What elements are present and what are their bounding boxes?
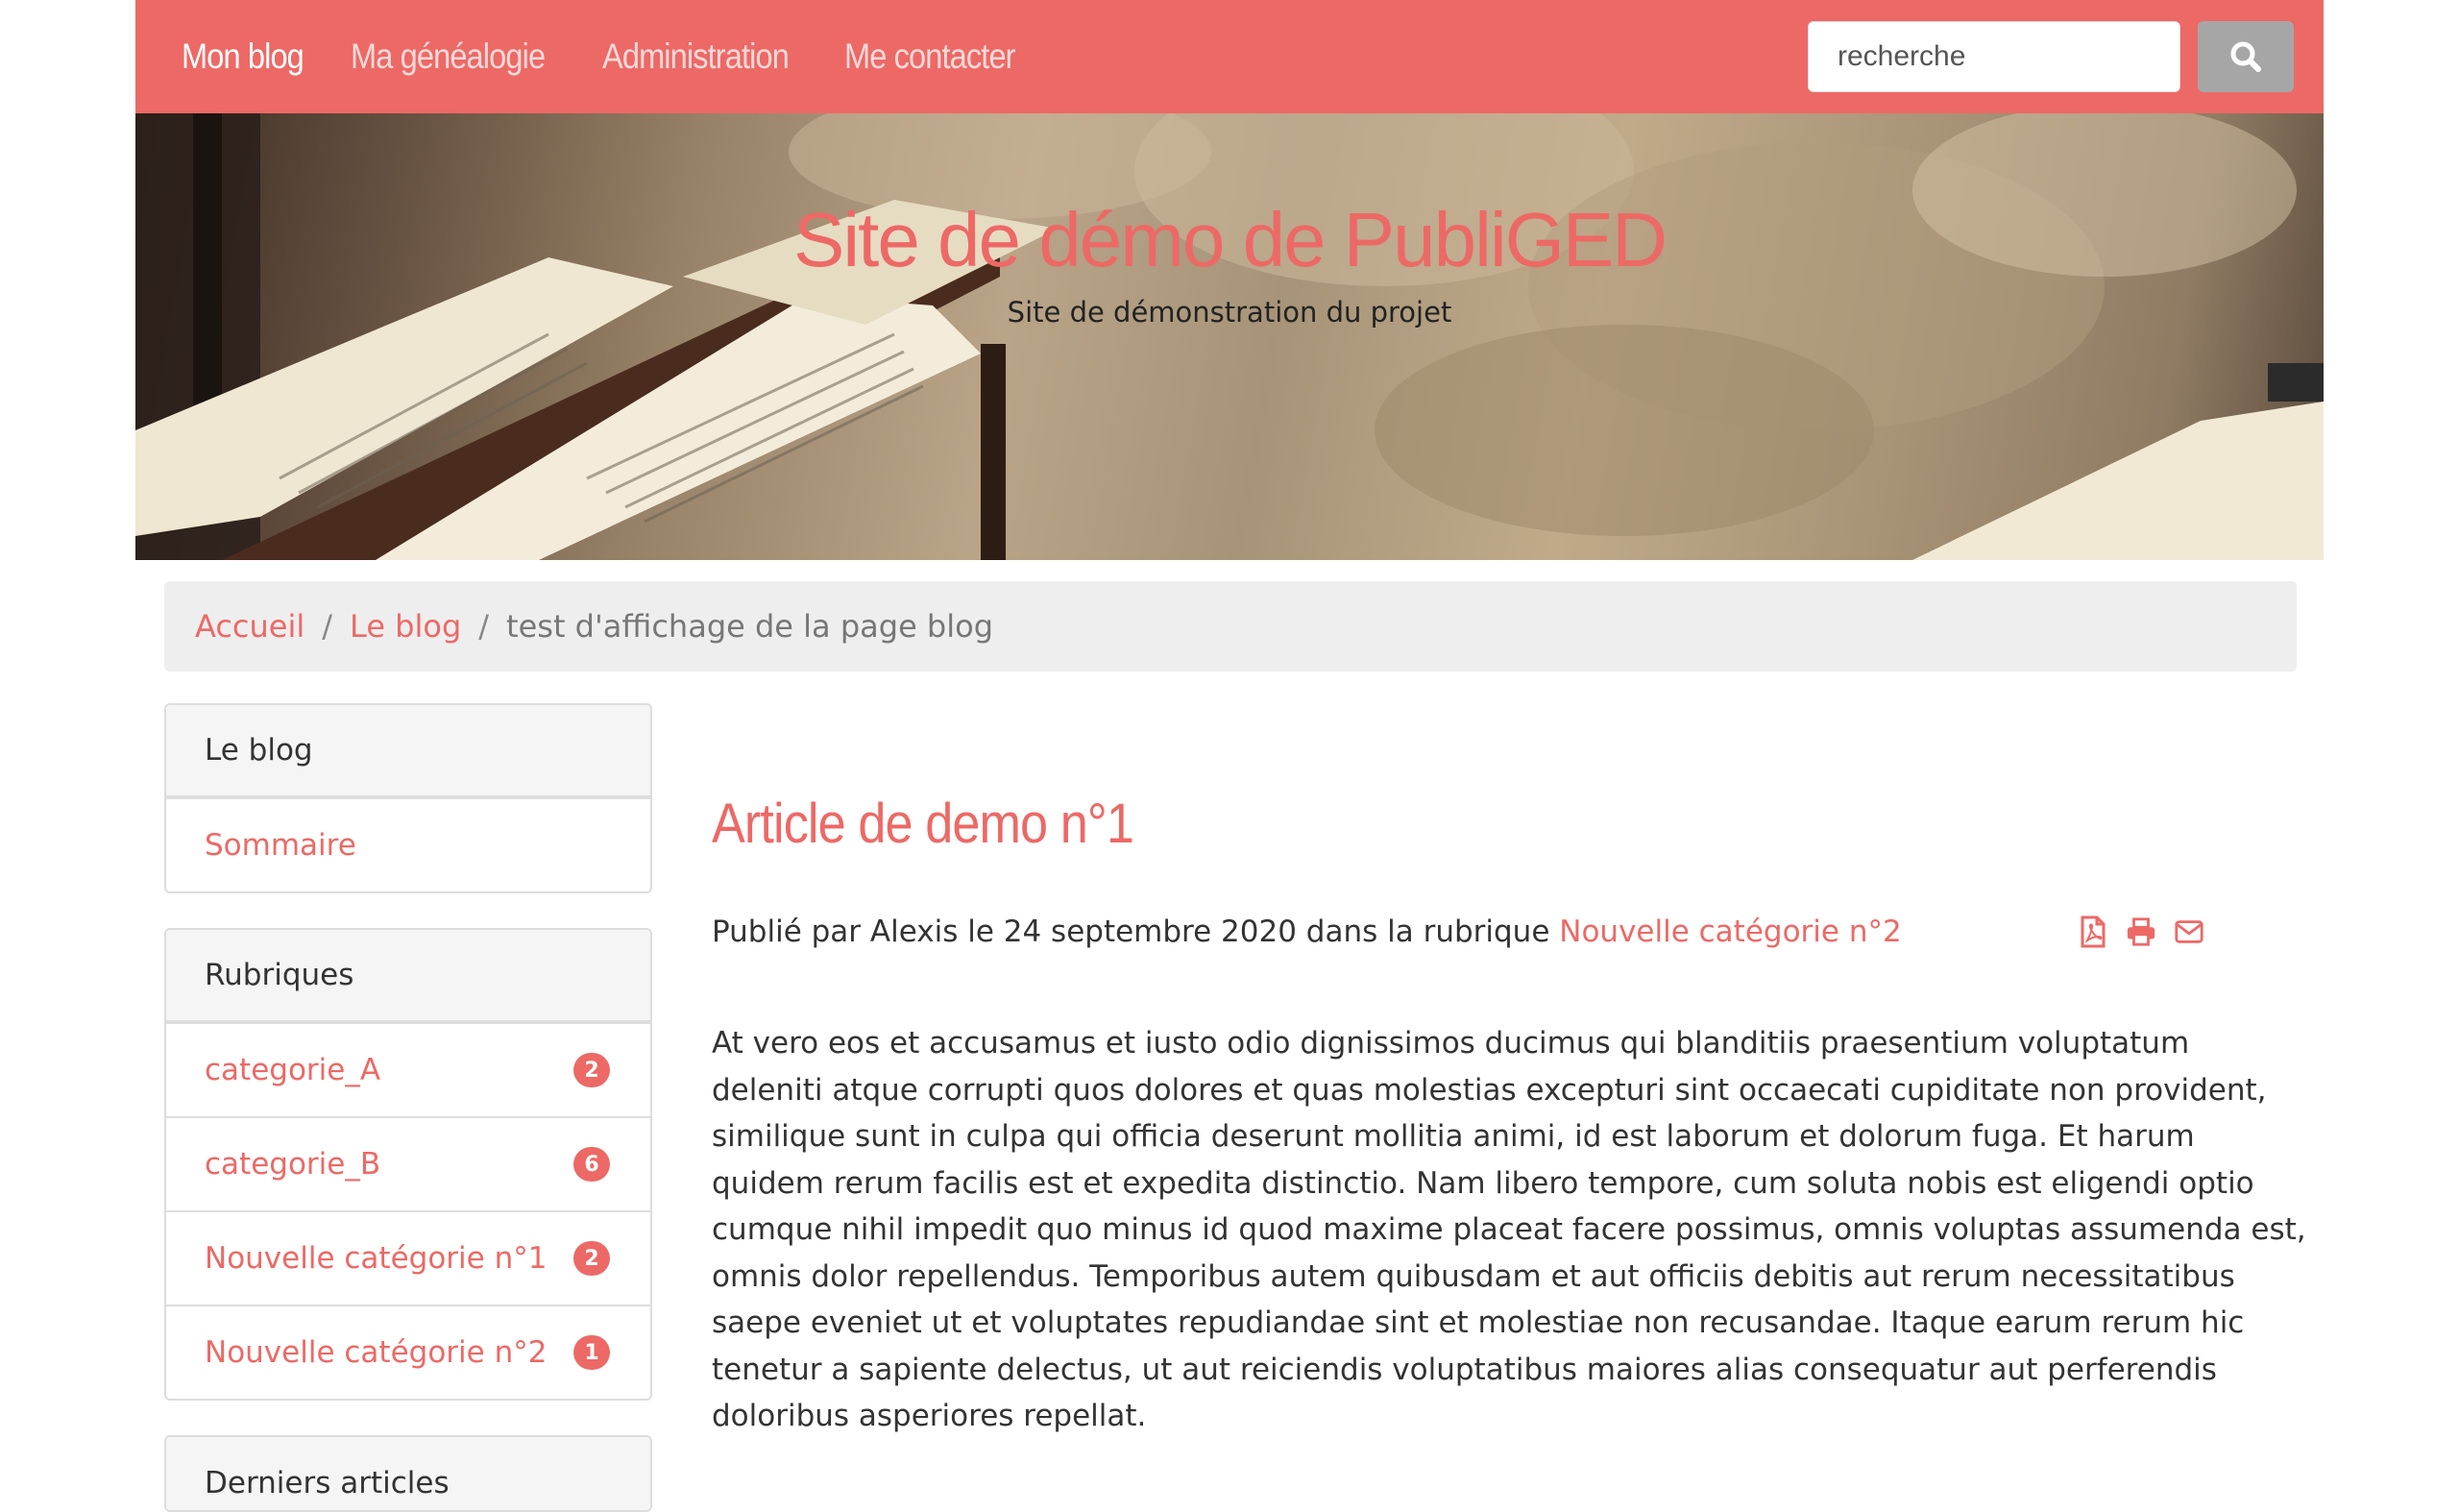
breadcrumb: Accueil / Le blog / test d'affichage de … [164, 581, 2297, 671]
sidebar-item-sommaire[interactable]: Sommaire [166, 797, 650, 891]
search-input[interactable] [1808, 21, 2180, 92]
blog-panel: Le blog Sommaire [164, 703, 652, 893]
category-item[interactable]: categorie_A 2 [166, 1022, 650, 1116]
article-category-link[interactable]: Nouvelle catégorie n°2 [1559, 915, 1901, 949]
category-label: Nouvelle catégorie n°2 [205, 1335, 548, 1370]
breadcrumb-home-link[interactable]: Accueil [195, 608, 304, 645]
nav-item-genealogie[interactable]: Ma généalogie [351, 37, 546, 77]
category-item[interactable]: categorie_B 6 [166, 1116, 650, 1210]
hero-background-image [135, 113, 2324, 560]
breadcrumb-separator: / [322, 608, 333, 645]
nav-item-administration[interactable]: Administration [602, 37, 790, 77]
category-item[interactable]: Nouvelle catégorie n°1 2 [166, 1210, 650, 1305]
latest-articles-panel: Derniers articles [164, 1435, 652, 1512]
search-icon [2230, 41, 2261, 72]
category-label: Nouvelle catégorie n°1 [205, 1241, 548, 1276]
article-meta: Publié par Alexis le 24 septembre 2020 d… [712, 915, 1902, 949]
article-tools [2078, 915, 2204, 948]
breadcrumb-current: test d'affichage de la page blog [506, 608, 994, 645]
category-count-badge: 6 [573, 1147, 610, 1182]
categories-panel: Rubriques categorie_A 2 categorie_B 6 No… [164, 928, 652, 1401]
breadcrumb-blog-link[interactable]: Le blog [350, 608, 461, 645]
category-item[interactable]: Nouvelle catégorie n°2 1 [166, 1305, 650, 1399]
nav-item-contact[interactable]: Me contacter [844, 37, 1016, 77]
category-label: categorie_A [205, 1053, 381, 1087]
print-icon[interactable] [2126, 915, 2156, 948]
site-subtitle: Site de démonstration du projet [1007, 296, 1452, 329]
sidebar-item-label: Sommaire [205, 828, 356, 863]
category-count-badge: 2 [573, 1053, 610, 1087]
email-icon[interactable] [2174, 915, 2204, 948]
search-button[interactable] [2198, 21, 2294, 92]
nav-item-mon-blog[interactable]: Mon blog [182, 37, 304, 77]
hero-banner: Site de démo de PubliGED Site de démonst… [135, 113, 2324, 560]
category-label: categorie_B [205, 1147, 381, 1182]
article-body: At vero eos et accusamus et iusto odio d… [712, 1026, 2306, 1433]
categories-panel-title: Rubriques [166, 930, 650, 1022]
category-count-badge: 2 [573, 1241, 610, 1276]
latest-articles-panel-title: Derniers articles [166, 1437, 650, 1510]
top-navbar: Mon blog Ma généalogie Administration Me… [135, 0, 2324, 113]
blog-panel-title: Le blog [166, 705, 650, 797]
pdf-icon[interactable] [2078, 915, 2108, 948]
nav-menu: Mon blog Ma généalogie Administration Me… [182, 0, 1069, 113]
article-meta-text: Publié par Alexis le 24 septembre 2020 d… [712, 915, 1560, 949]
site-title: Site de démo de PubliGED [792, 197, 1668, 282]
breadcrumb-separator: / [478, 608, 490, 645]
category-count-badge: 1 [573, 1335, 610, 1370]
article-title: Article de demo n°1 [712, 793, 1134, 855]
